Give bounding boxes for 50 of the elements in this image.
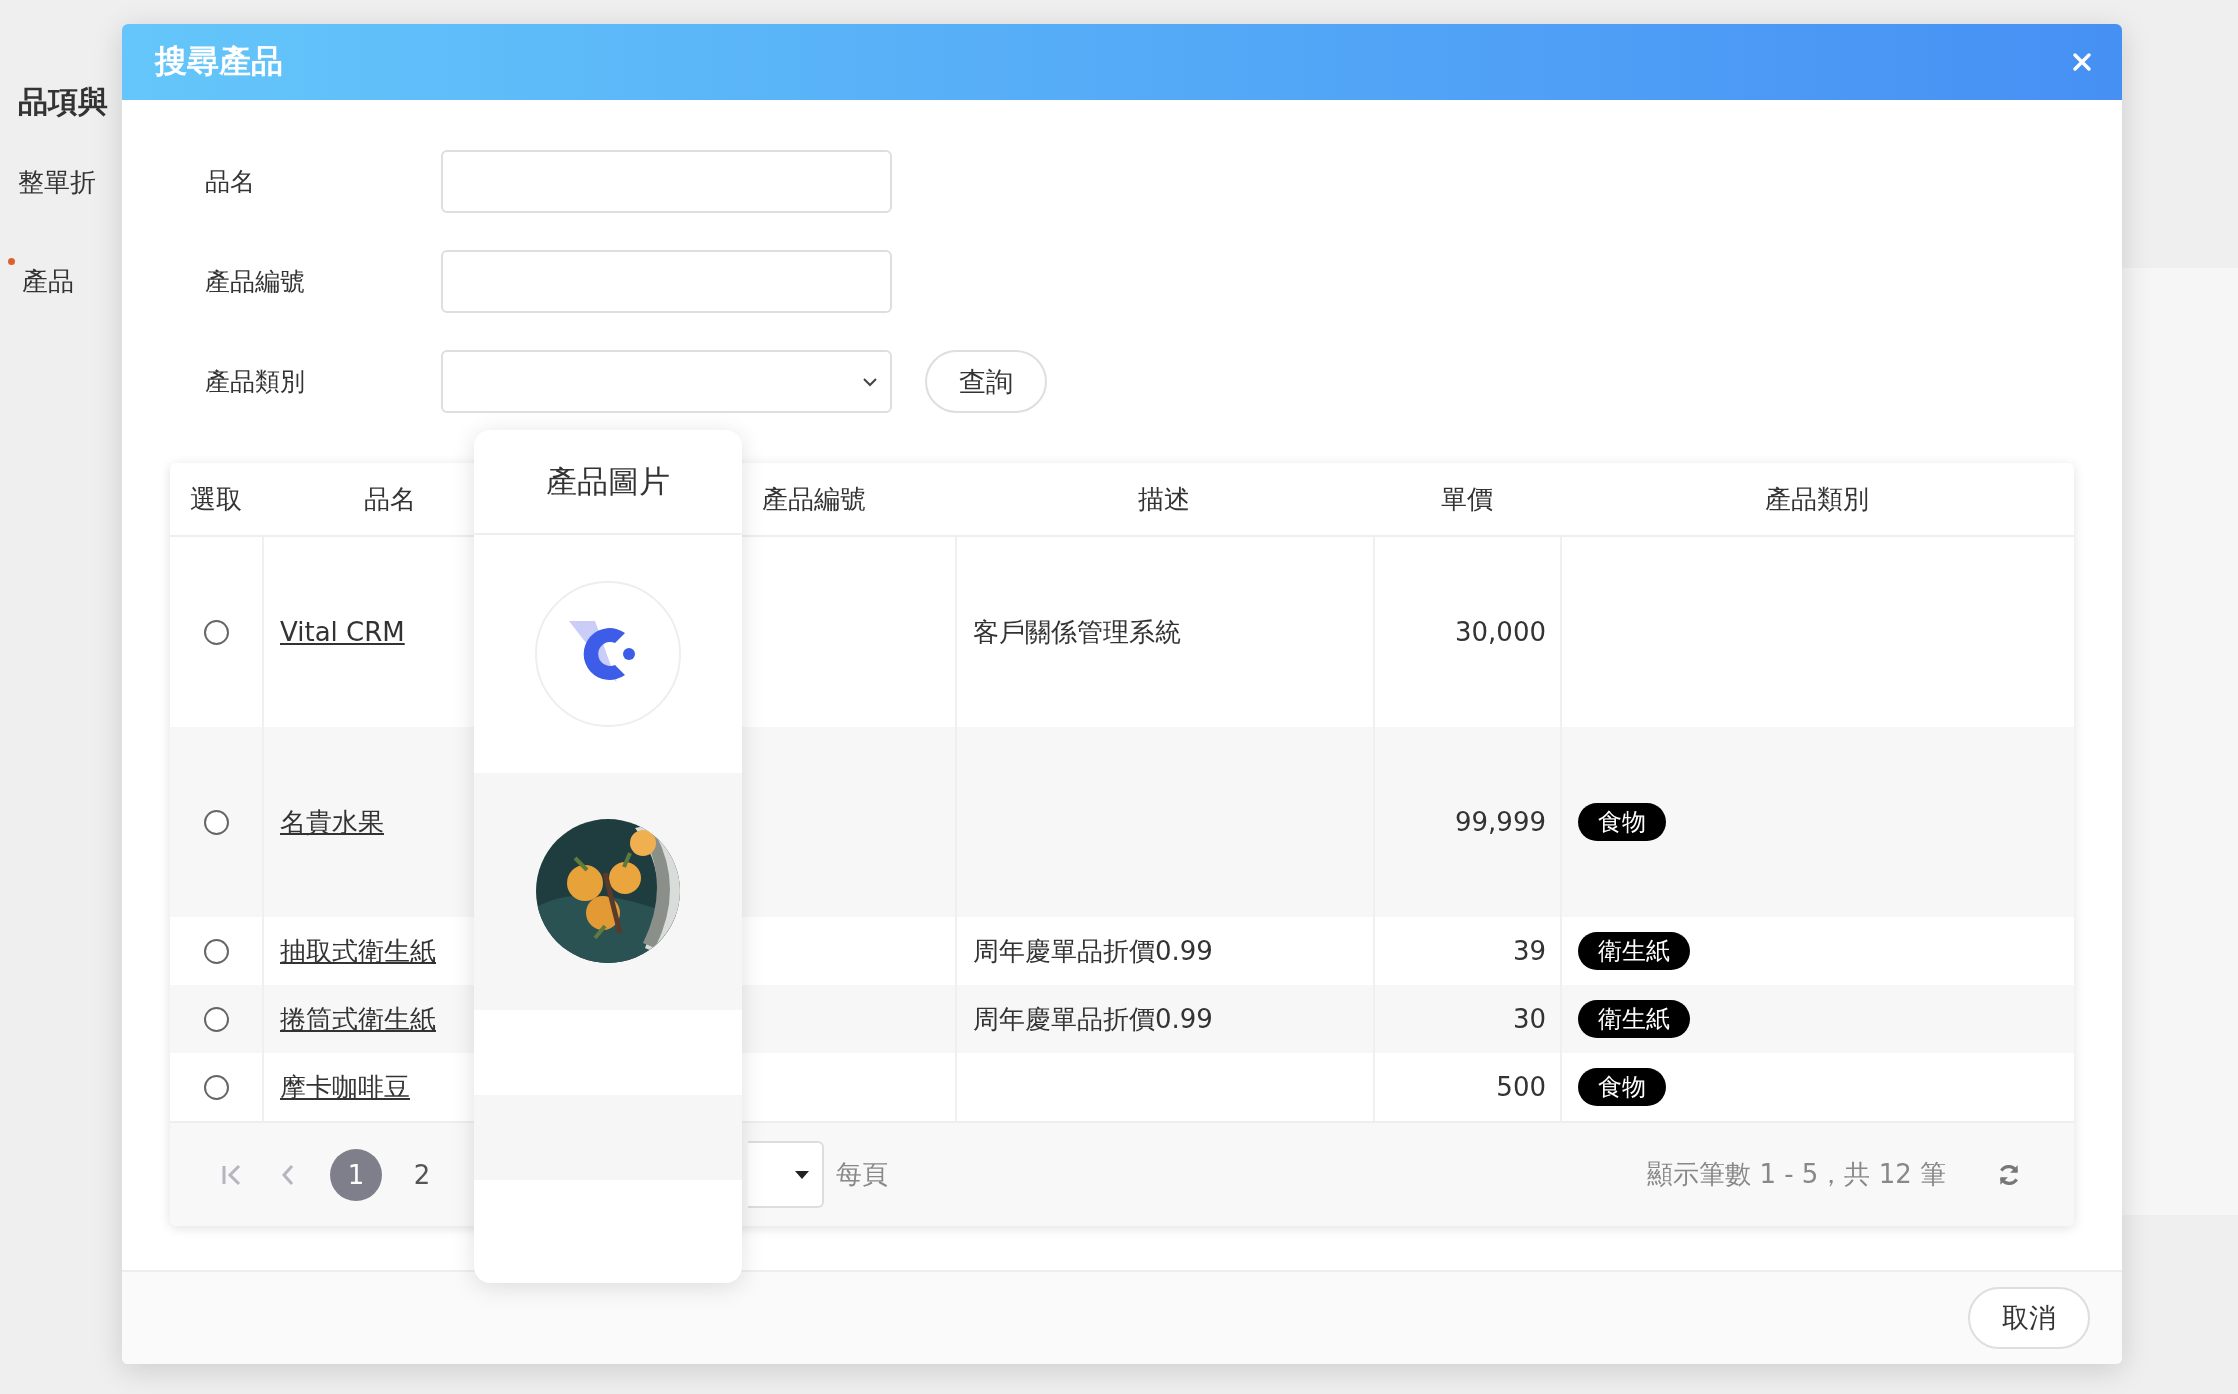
logo-icon [535,580,681,727]
close-icon[interactable] [2072,52,2092,72]
column-header: 產品類別 [1764,482,1870,516]
field-label: 產品類別 [205,366,306,398]
product-link[interactable]: 名貴水果 [280,804,384,840]
product-link[interactable]: 摩卡咖啡豆 [280,1069,410,1105]
record-summary: 顯示筆數 1 - 5，共 12 筆 [1647,1158,1946,1191]
product-link[interactable]: 捲筒式衛生紙 [280,1001,436,1037]
field-label: 品名 [205,166,256,198]
chevron-down-icon [862,376,878,387]
price-cell: 39 [1512,936,1546,966]
category-tag: 衛生紙 [1578,1000,1690,1038]
section-heading: 品項與 [18,83,109,121]
category-tag: 食物 [1578,1068,1666,1106]
caret-down-icon [794,1169,810,1180]
cancel-button[interactable]: 取消 [1968,1287,2090,1349]
radio-button[interactable] [203,1074,229,1100]
product-link[interactable]: Vital CRM [280,617,405,647]
column-header: 產品圖片 [546,461,670,501]
price-cell: 99,999 [1455,807,1546,837]
query-button[interactable]: 查詢 [925,350,1047,413]
radio-button[interactable] [203,809,229,835]
column-header: 描述 [1137,482,1191,516]
previous-page-icon[interactable] [282,1163,294,1186]
radio-button[interactable] [203,619,229,645]
column-header: 產品編號 [761,482,867,516]
category-tag: 衛生紙 [1578,932,1690,970]
input-field[interactable] [441,250,892,313]
input-field[interactable] [441,150,892,213]
radio-button[interactable] [203,938,229,964]
dialog-title: 搜尋產品 [155,41,283,82]
category-tag: 食物 [1578,803,1666,841]
price-cell: 30 [1512,1004,1546,1034]
page-button[interactable]: 1 [330,1148,382,1201]
field-label: 整單折 [18,166,96,199]
table-cell-text: 周年慶單品折價0.99 [973,1002,1213,1036]
radio-button[interactable] [203,1006,229,1032]
price-cell: 30,000 [1455,617,1546,647]
first-page-icon[interactable] [222,1163,242,1186]
column-header: 單價 [1439,482,1494,516]
price-cell: 500 [1496,1072,1546,1102]
table-cell-text: 客戶關係管理系統 [973,615,1181,649]
page-button[interactable]: 2 [396,1148,448,1201]
field-label: 產品編號 [205,266,306,298]
table-cell-text: 周年慶單品折價0.99 [973,934,1213,968]
field-label: 產品 [22,265,74,298]
product-link[interactable]: 抽取式衛生紙 [280,933,436,969]
column-header: 選取 [189,482,243,516]
column-header: 品名 [363,482,417,516]
per-page-label: 每頁 [836,1158,888,1191]
